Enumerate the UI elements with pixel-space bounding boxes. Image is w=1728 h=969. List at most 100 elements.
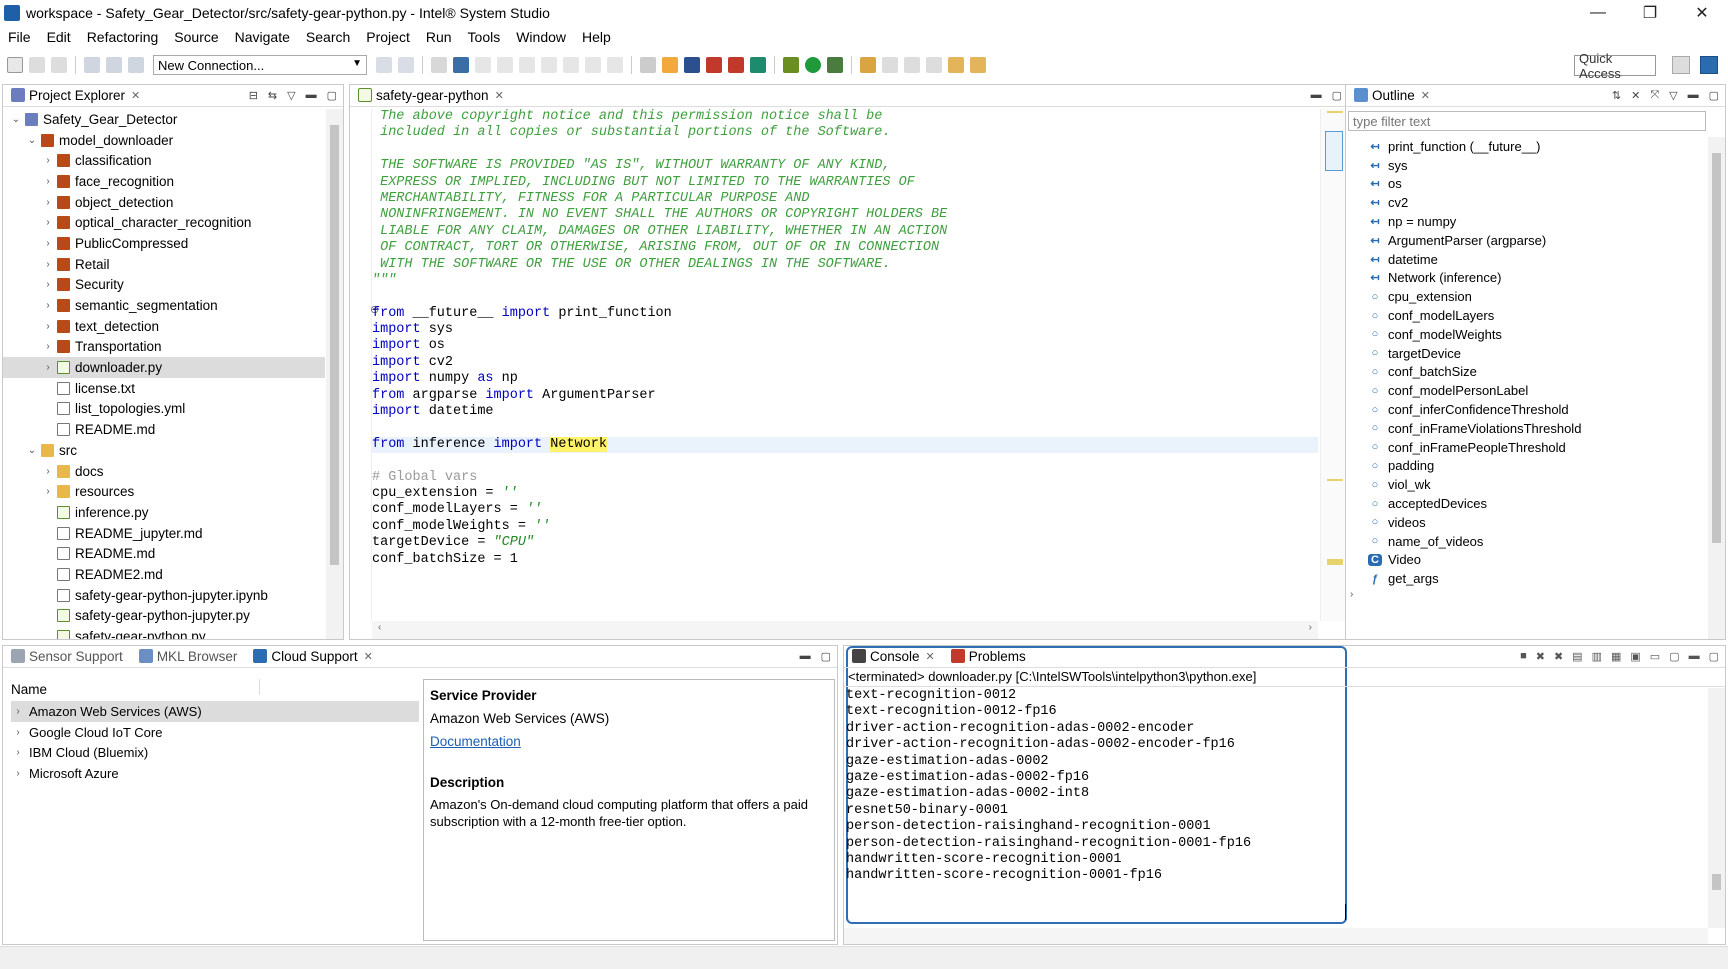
tab-mkl-browser[interactable]: MKL Browser xyxy=(131,645,246,667)
menu-item[interactable]: Run xyxy=(418,29,460,45)
display-console-icon[interactable]: ▭ xyxy=(1650,650,1660,663)
expand-arrow-icon[interactable]: › xyxy=(41,321,55,332)
maximize-button[interactable]: ❐ xyxy=(1624,0,1676,26)
menu-item[interactable]: Project xyxy=(358,29,418,45)
minimize-icon[interactable]: ▬ xyxy=(1688,89,1699,102)
view-menu-icon[interactable]: ▽ xyxy=(1669,89,1677,102)
minimize-icon[interactable]: ▬ xyxy=(800,650,811,663)
console-scrollbar[interactable] xyxy=(1708,688,1725,928)
scrollbar-thumb[interactable] xyxy=(1712,153,1721,543)
outline-item[interactable]: ↤ cv2 xyxy=(1366,193,1705,212)
open-console-icon[interactable]: ▢ xyxy=(1669,650,1679,663)
advisor-icon[interactable] xyxy=(706,57,722,73)
expand-arrow-icon[interactable]: › xyxy=(41,238,55,249)
tab-sensor-support[interactable]: Sensor Support xyxy=(3,645,131,667)
step-into-icon[interactable] xyxy=(563,57,579,73)
console-icon[interactable] xyxy=(640,57,656,73)
provider-item[interactable]: › IBM Cloud (Bluemix) xyxy=(11,742,419,763)
outline-item[interactable]: ↤ datetime xyxy=(1366,250,1705,269)
scrollbar-thumb[interactable] xyxy=(330,125,339,565)
code-area[interactable]: The above copyright notice and this perm… xyxy=(372,109,1318,621)
scroll-lock-icon[interactable]: ▥ xyxy=(1592,650,1602,663)
open-perspective-icon[interactable] xyxy=(1672,56,1690,74)
last-edit-icon[interactable] xyxy=(926,57,942,73)
close-icon[interactable]: ✕ xyxy=(131,89,140,102)
tree-node[interactable]: ⌄ Safety_Gear_Detector xyxy=(3,109,325,130)
tab-outline[interactable]: Outline ✕ xyxy=(1346,84,1438,106)
maximize-icon[interactable]: ▢ xyxy=(1709,89,1719,102)
scroll-left-icon[interactable]: ‹ xyxy=(378,622,381,633)
tree-node[interactable]: › optical_character_recognition xyxy=(3,212,325,233)
tree-node[interactable]: › resources xyxy=(3,481,325,502)
save-icon[interactable] xyxy=(29,57,45,73)
pin-console-icon[interactable]: ▣ xyxy=(1630,650,1640,663)
outline-item[interactable]: ○ acceptedDevices xyxy=(1366,494,1705,513)
tree-node[interactable]: › semantic_segmentation xyxy=(3,295,325,316)
remove-all-icon[interactable]: ✖ xyxy=(1554,650,1563,663)
tab-project-explorer[interactable]: Project Explorer ✕ xyxy=(3,84,148,106)
outline-item[interactable]: ○ conf_batchSize xyxy=(1366,363,1705,382)
menu-item[interactable]: Edit xyxy=(39,29,79,45)
tab-editor-file[interactable]: safety-gear-python ✕ xyxy=(350,84,512,106)
tab-cloud-support[interactable]: Cloud Support ✕ xyxy=(245,645,381,667)
outline-item[interactable]: ↤ np = numpy xyxy=(1366,212,1705,231)
run-icon[interactable] xyxy=(805,57,821,73)
outline-item[interactable]: ○ conf_inFramePeopleThreshold xyxy=(1366,438,1705,457)
vtune-icon[interactable] xyxy=(684,57,700,73)
outline-item[interactable]: ○ conf_inferConfidenceThreshold xyxy=(1366,400,1705,419)
expand-arrow-icon[interactable]: › xyxy=(41,217,55,228)
tree-node[interactable]: › downloader.py xyxy=(3,357,325,378)
expand-arrow-icon[interactable]: ⌄ xyxy=(25,445,39,456)
terminate-icon[interactable]: ■ xyxy=(1520,650,1527,663)
outline-filter-input[interactable] xyxy=(1348,111,1706,131)
menu-item[interactable]: Source xyxy=(166,29,226,45)
provider-item[interactable]: › Microsoft Azure xyxy=(11,763,419,784)
outline-item[interactable]: ○ conf_modelLayers xyxy=(1366,306,1705,325)
tree-node[interactable]: safety-gear-python.py xyxy=(3,626,325,639)
tree-node[interactable]: › face_recognition xyxy=(3,171,325,192)
menu-item[interactable]: Refactoring xyxy=(79,29,167,45)
word-wrap-icon[interactable]: ▦ xyxy=(1611,650,1621,663)
chevron-right-icon[interactable]: › xyxy=(11,768,25,779)
editor-hscrollbar[interactable]: ‹ › xyxy=(372,621,1318,639)
step-return-icon[interactable] xyxy=(607,57,623,73)
tree-node[interactable]: safety-gear-python-jupyter.ipynb xyxy=(3,585,325,606)
search-tool-icon[interactable] xyxy=(860,57,876,73)
expand-arrow-icon[interactable]: › xyxy=(41,279,55,290)
maximize-icon[interactable]: ▢ xyxy=(821,650,831,663)
chevron-right-icon[interactable]: › xyxy=(11,706,25,717)
documentation-link[interactable]: Documentation xyxy=(430,734,828,749)
link-editor-icon[interactable]: ⇆ xyxy=(268,89,277,102)
scrollbar-thumb[interactable] xyxy=(1325,131,1343,171)
perspective-icon[interactable] xyxy=(1700,56,1718,74)
menu-item[interactable]: File xyxy=(0,29,39,45)
close-icon[interactable]: ✕ xyxy=(495,89,504,102)
resume-icon[interactable] xyxy=(475,57,491,73)
minimize-button[interactable]: — xyxy=(1572,0,1624,26)
tree-node[interactable]: ⌄ src xyxy=(3,440,325,461)
menu-item[interactable]: Navigate xyxy=(227,29,298,45)
minimize-icon[interactable]: ▬ xyxy=(1311,89,1322,102)
tree-node[interactable]: › docs xyxy=(3,461,325,482)
scroll-right-icon[interactable]: › xyxy=(1309,622,1312,633)
scrollbar-thumb[interactable] xyxy=(1712,874,1721,890)
tree-node[interactable]: README_jupyter.md xyxy=(3,523,325,544)
menu-item[interactable]: Tools xyxy=(460,29,509,45)
back-icon[interactable] xyxy=(948,57,964,73)
expand-arrow-icon[interactable]: › xyxy=(41,486,55,497)
tree-node[interactable]: › object_detection xyxy=(3,192,325,213)
previous-annotation-icon[interactable] xyxy=(904,57,920,73)
name-column-header[interactable]: Name xyxy=(11,682,47,697)
console-hscrollbar[interactable] xyxy=(844,928,1708,944)
annotation-marker[interactable] xyxy=(1327,559,1343,565)
outline-item[interactable]: ○ conf_modelWeights xyxy=(1366,325,1705,344)
annotation-marker[interactable] xyxy=(1327,479,1343,481)
forward-icon[interactable] xyxy=(970,57,986,73)
outline-item[interactable]: ↤ print_function (__future__) xyxy=(1366,137,1705,156)
provider-item[interactable]: › Google Cloud IoT Core xyxy=(11,722,419,743)
close-icon[interactable]: ✕ xyxy=(364,650,373,663)
model-optimizer-icon[interactable] xyxy=(750,57,766,73)
terminal-icon[interactable] xyxy=(128,57,144,73)
tree-node[interactable]: README.md xyxy=(3,419,325,440)
new-icon[interactable] xyxy=(7,57,23,73)
